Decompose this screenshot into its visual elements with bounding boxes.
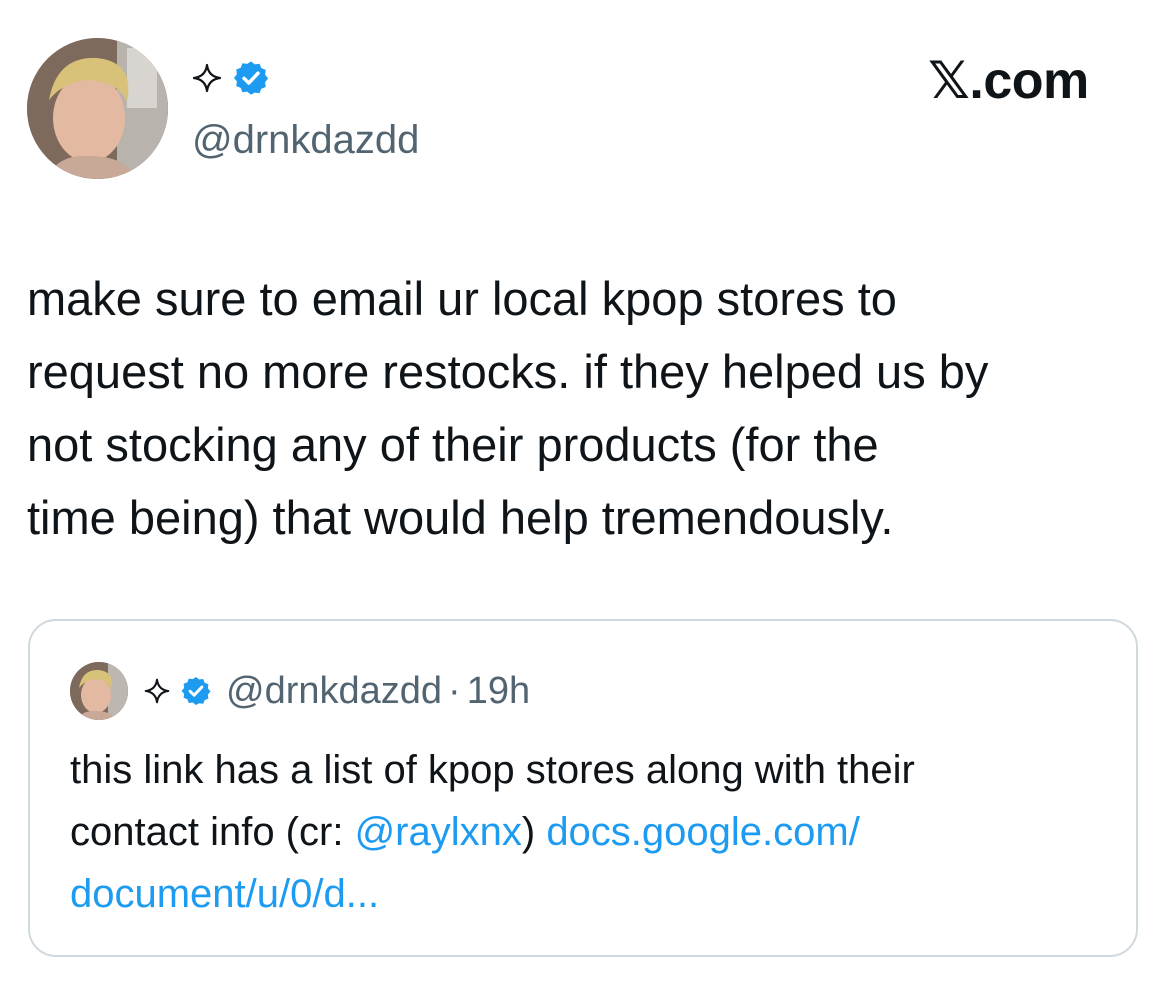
quoted-tweet-card[interactable]: @drnkdazdd · 19h this link has a list of…: [28, 619, 1138, 957]
mention-link[interactable]: @raylxnx: [355, 810, 522, 854]
quoted-text-line: this link has a list of kpop stores alon…: [70, 748, 915, 792]
quoted-text-segment: contact info (cr:: [70, 810, 355, 854]
sparkle-icon: [144, 678, 170, 704]
author-handle[interactable]: @drnkdazdd: [192, 116, 419, 164]
quoted-tweet-text: this link has a list of kpop stores alon…: [70, 739, 1120, 925]
x-logo: 𝕏.com: [928, 52, 1089, 110]
tweet-text: make sure to email ur local kpop stores …: [27, 262, 1147, 554]
quoted-text-line: contact info (cr: @raylxnx) docs.google.…: [70, 801, 1120, 863]
separator-dot: ·: [448, 670, 461, 712]
quoted-timestamp[interactable]: 19h: [467, 667, 530, 715]
tweet-text-line: request no more restocks. if they helped…: [27, 345, 989, 398]
verified-badge-icon[interactable]: [180, 675, 212, 707]
quoted-author-handle[interactable]: @drnkdazdd: [226, 667, 442, 715]
tweet-text-line: not stocking any of their products (for …: [27, 418, 879, 471]
author-avatar[interactable]: [27, 38, 168, 179]
quoted-text-segment: ): [521, 810, 547, 854]
document-link[interactable]: docs.google.com/: [546, 810, 860, 854]
document-link-continuation[interactable]: document/u/0/d...: [70, 863, 1120, 925]
quoted-author-avatar[interactable]: [70, 662, 128, 720]
display-name-row[interactable]: [192, 58, 270, 98]
tweet-text-line: time being) that would help tremendously…: [27, 491, 894, 544]
quoted-header-row: @drnkdazdd · 19h: [144, 667, 530, 715]
sparkle-icon: [192, 63, 222, 93]
verified-badge-icon[interactable]: [232, 59, 270, 97]
tweet-text-line: make sure to email ur local kpop stores …: [27, 272, 897, 325]
